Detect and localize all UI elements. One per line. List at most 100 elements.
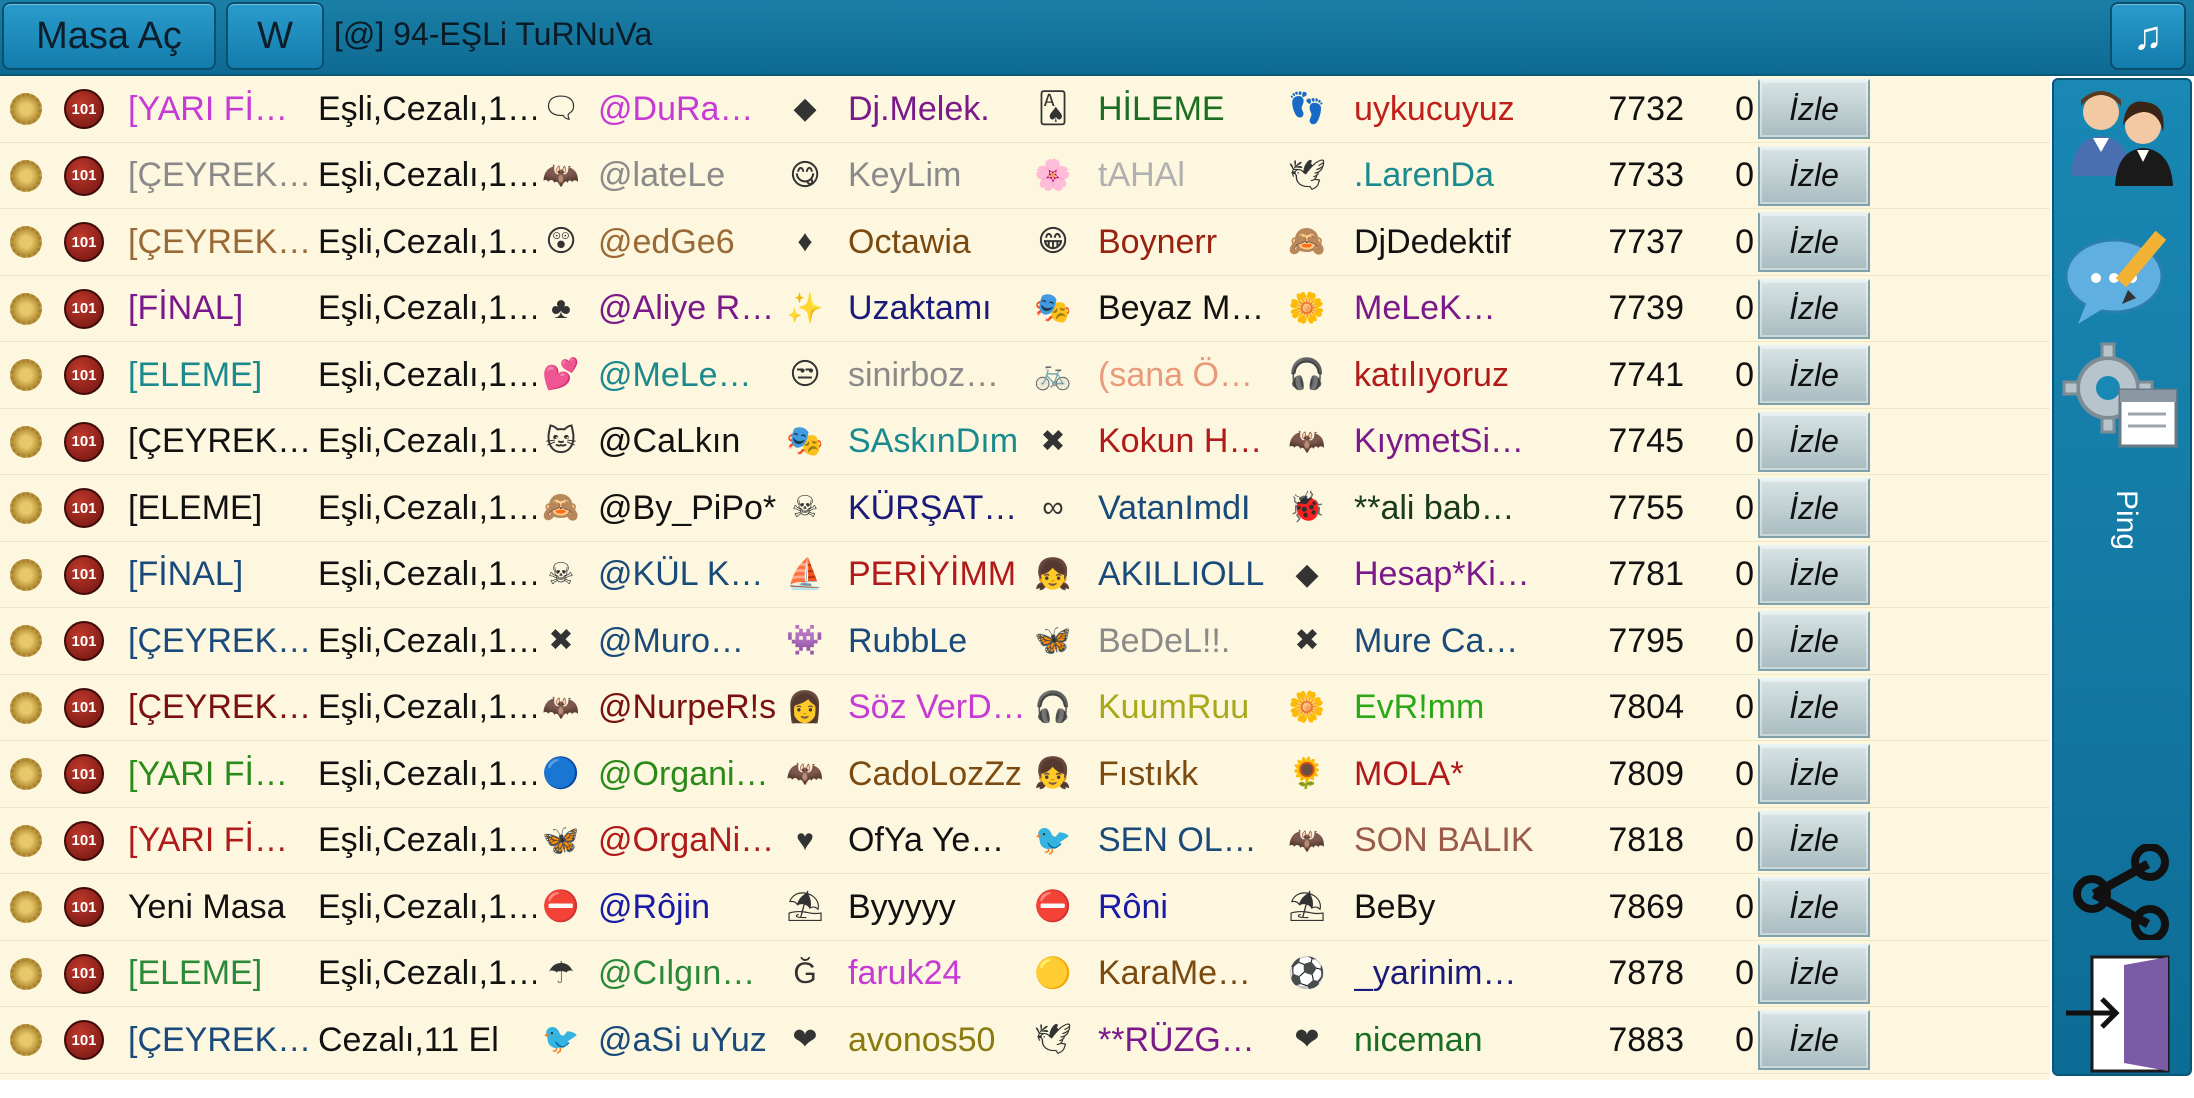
table-row[interactable]: 101 [ELEME] Eşli,Cezalı,1… 🙈 @By_PiPo* ☠ KÜRŞA…: [0, 475, 2050, 542]
open-table-button[interactable]: Masa Aç: [2, 2, 216, 70]
watch-button[interactable]: İzle: [1758, 544, 1870, 605]
player-name[interactable]: @Organi…: [598, 741, 780, 807]
player-name[interactable]: BeDeL!!.: [1098, 608, 1282, 674]
player-name[interactable]: @By_PiPo*: [598, 475, 780, 541]
player-name[interactable]: Kokun H…: [1098, 409, 1282, 475]
table-row[interactable]: 101 [FİNAL] Eşli,Cezalı,1… ☠ @KÜL K… ⛵ PERİYİM…: [0, 542, 2050, 608]
player-name[interactable]: katılıyoruz: [1354, 342, 1554, 408]
watch-button[interactable]: İzle: [1758, 744, 1870, 804]
player-name[interactable]: niceman: [1354, 1007, 1554, 1073]
table-row[interactable]: 101 [ÇEYREK… Eşli,Cezalı,1… ✖ @Muro… 👾 RubbLe 🦋…: [0, 608, 2050, 675]
player-name[interactable]: @KÜL K…: [598, 542, 780, 608]
player-name[interactable]: SAskınDım: [848, 409, 1032, 475]
player-name[interactable]: Dj.Melek.: [848, 76, 1032, 142]
player-name[interactable]: @Rôjin: [598, 874, 780, 940]
watch-button[interactable]: İzle: [1758, 145, 1870, 206]
table-row[interactable]: 101 [ELEME] Eşli,Cezalı,1… 💕 @MeLe… 😒 sinirboz…: [0, 342, 2050, 409]
table-row[interactable]: 101 [ÇEYREK… Eşli,Cezalı,1… 🐱 @CaLkın 🎭 SAskın…: [0, 409, 2050, 475]
chat-edit-icon[interactable]: [2060, 218, 2184, 328]
player-name[interactable]: Fıstıkk: [1098, 741, 1282, 807]
player-name[interactable]: (sana Ö…: [1098, 342, 1282, 408]
player-name[interactable]: **ali bab…: [1354, 475, 1554, 541]
watch-button[interactable]: İzle: [1758, 810, 1870, 871]
player-name[interactable]: avonos50: [848, 1007, 1032, 1073]
player-name[interactable]: sinirboz…: [848, 342, 1032, 408]
player-name[interactable]: @lateLe: [598, 143, 780, 209]
player-name[interactable]: PERİYİMM: [848, 542, 1032, 608]
player-name[interactable]: Söz VerD…: [848, 675, 1032, 741]
player-name[interactable]: EvR!mm: [1354, 675, 1554, 741]
player-name[interactable]: _yarinim…: [1354, 941, 1554, 1007]
player-name[interactable]: KıymetSi…: [1354, 409, 1554, 475]
player-name[interactable]: BeBy: [1354, 874, 1554, 940]
player-name[interactable]: @Aliye R…: [598, 276, 780, 342]
player-name[interactable]: @CaLkın: [598, 409, 780, 475]
player-name[interactable]: @DuRa…: [598, 76, 780, 142]
table-row[interactable]: 101 [ÇEYREK… Eşli,Cezalı,1… 🦇 @NurpeR!s 👩 Söz …: [0, 675, 2050, 741]
player-name[interactable]: **RÜZG…: [1098, 1007, 1282, 1073]
player-name[interactable]: VatanImdI: [1098, 475, 1282, 541]
player-name[interactable]: KuumRuu: [1098, 675, 1282, 741]
watch-button[interactable]: İzle: [1758, 478, 1870, 538]
table-row[interactable]: 101 [ÇEYREK… Cezalı,11 El 🐦 @aSi uYuz ❤ avonos…: [0, 1007, 2050, 1074]
player-name[interactable]: @edGe6: [598, 209, 780, 275]
watch-button[interactable]: İzle: [1758, 212, 1870, 272]
player-name[interactable]: SON BALIK: [1354, 808, 1554, 874]
player-name[interactable]: faruk24: [848, 941, 1032, 1007]
table-row[interactable]: 101 [YARI Fİ… Eşli,Cezalı,1… 🔵 @Organi… 🦇 Cado…: [0, 741, 2050, 808]
player-name[interactable]: Byyyyy: [848, 874, 1032, 940]
watch-button[interactable]: İzle: [1758, 877, 1870, 937]
player-name[interactable]: Mure Ca…: [1354, 608, 1554, 674]
player-name[interactable]: KeyLim: [848, 143, 1032, 209]
watch-button[interactable]: İzle: [1758, 677, 1870, 738]
ping-label[interactable]: Ping: [2081, 490, 2171, 550]
table-row[interactable]: 101 [ÇEYREK… Eşli,Cezalı,1… 😲 @edGe6 ♦ Octawia…: [0, 209, 2050, 276]
player-name[interactable]: AKILLIOLL: [1098, 542, 1282, 608]
table-row[interactable]: 101 [ÇEYREK… Eşli,Cezalı,1… 🦇 @lateLe 😋 KeyLim…: [0, 143, 2050, 209]
player-name[interactable]: Uzaktamı: [848, 276, 1032, 342]
watch-button[interactable]: İzle: [1758, 79, 1870, 139]
player-name[interactable]: @Muro…: [598, 608, 780, 674]
player-name[interactable]: @OrgaNi…: [598, 808, 780, 874]
player-name[interactable]: CadoLozZz: [848, 741, 1032, 807]
player-name[interactable]: MeLeK…: [1354, 276, 1554, 342]
watch-button[interactable]: İzle: [1758, 611, 1870, 671]
watch-button[interactable]: İzle: [1758, 278, 1870, 339]
settings-window-icon[interactable]: [2060, 336, 2184, 456]
player-name[interactable]: Boynerr: [1098, 209, 1282, 275]
table-row[interactable]: 101 [YARI Fİ… Eşli,Cezalı,1… 🦋 @OrgaNi… ♥ OfYa…: [0, 808, 2050, 874]
player-name[interactable]: HİLEME: [1098, 76, 1282, 142]
player-name[interactable]: MOLA*: [1354, 741, 1554, 807]
player-name[interactable]: KÜRŞAT…: [848, 475, 1032, 541]
player-name[interactable]: Octawia: [848, 209, 1032, 275]
share-icon[interactable]: [2060, 842, 2184, 942]
player-name[interactable]: SEN OL…: [1098, 808, 1282, 874]
table-row[interactable]: 101 [ELEME] Eşli,Cezalı,1… ☂ @Cılgın… Ğfaruk2…: [0, 941, 2050, 1007]
exit-door-icon[interactable]: [2060, 950, 2184, 1078]
player-name[interactable]: @NurpeR!s: [598, 675, 780, 741]
player-name[interactable]: @Cılgın…: [598, 941, 780, 1007]
w-button[interactable]: W: [226, 2, 324, 70]
watch-button[interactable]: İzle: [1758, 1010, 1870, 1070]
player-name[interactable]: @MeLe…: [598, 342, 780, 408]
player-name[interactable]: .LarenDa: [1354, 143, 1554, 209]
users-icon[interactable]: [2060, 80, 2184, 190]
table-row[interactable]: 101 Yeni Masa Eşli,Cezalı,1… ⛔ @Rôjin ⛱ Byyyyy…: [0, 874, 2050, 941]
player-name[interactable]: Rôni: [1098, 874, 1282, 940]
player-name[interactable]: RubbLe: [848, 608, 1032, 674]
player-name[interactable]: Hesap*Ki…: [1354, 542, 1554, 608]
music-note-icon[interactable]: ♫: [2110, 2, 2186, 70]
player-name[interactable]: uykucuyuz: [1354, 76, 1554, 142]
player-name[interactable]: Beyaz M…: [1098, 276, 1282, 342]
player-name[interactable]: DjDedektif: [1354, 209, 1554, 275]
player-name[interactable]: KaraMe…: [1098, 941, 1282, 1007]
player-name[interactable]: @aSi uYuz: [598, 1007, 780, 1073]
table-row[interactable]: 101 [YARI Fİ… Eşli,Cezalı,1… 🗨 @DuRa… ◆ Dj.Mel…: [0, 76, 2050, 143]
table-row[interactable]: 101 [FİNAL] Eşli,Cezalı,1… ♣ @Aliye R… ✨ Uzakt…: [0, 276, 2050, 342]
watch-button[interactable]: İzle: [1758, 411, 1870, 472]
watch-button[interactable]: İzle: [1758, 943, 1870, 1004]
watch-button[interactable]: İzle: [1758, 345, 1870, 405]
player-name[interactable]: tAHAl: [1098, 143, 1282, 209]
table-rules: Eşli,Cezalı,1…: [318, 887, 536, 926]
player-name[interactable]: OfYa Ye…: [848, 808, 1032, 874]
